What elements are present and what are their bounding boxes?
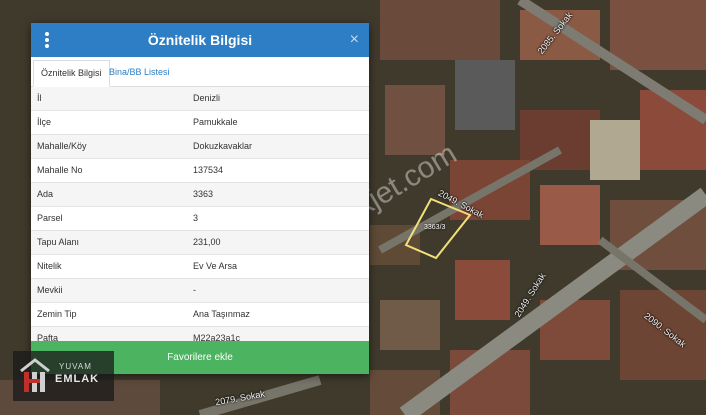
row-key: Parsel [37,213,63,223]
panel-title: Öznitelik Bilgisi [147,32,253,48]
table-row: Mahalle/Köy Dokuzkavaklar [31,135,369,159]
row-key: Mahalle No [37,165,83,175]
row-value: 3 [193,213,199,223]
table-row: Mevkii - [31,279,369,303]
table-row: Ada 3363 [31,183,369,207]
tab-attribute-info[interactable]: Öznitelik Bilgisi [33,60,110,87]
tab-building-list[interactable]: Bina/BB Listesi [102,60,177,85]
row-value: 137534 [193,165,224,175]
row-value: - [193,285,196,295]
logo-text-bottom: EMLAK [55,373,100,385]
parcel-label: 3363/3 [424,224,446,231]
row-key: Nitelik [37,261,62,271]
table-row: Parsel 3 [31,207,369,231]
table-row: İl Denizli [31,87,369,111]
row-key: İlçe [37,117,52,127]
attribute-table: İl Denizli İlçe Pamukkale Mahalle/Köy Dokuz… [31,87,369,351]
house-logo-icon [20,358,50,392]
panel-header: Öznitelik Bilgisi × [31,23,369,57]
logo-text-top: YUVAM [59,362,92,371]
row-value: Pamukkale [193,117,238,127]
row-key: İl [37,93,42,103]
row-key: Ada [37,189,54,199]
row-key: Zemin Tip [37,309,77,319]
row-value: 231,00 [193,237,221,247]
table-row: Nitelik Ev Ve Arsa [31,255,369,279]
table-row: Tapu Alanı 231,00 [31,231,369,255]
table-row: İlçe Pamukkale [31,111,369,135]
row-value: 3363 [193,189,214,199]
row-value: Dokuzkavaklar [193,141,253,151]
row-key: Tapu Alanı [37,237,80,247]
table-row: Zemin Tip Ana Taşınmaz [31,303,369,327]
tab-bar: Öznitelik Bilgisi Bina/BB Listesi [31,57,369,87]
row-key: Mahalle/Köy [37,141,87,151]
row-key: Mevkii [37,285,63,295]
attribute-panel: Öznitelik Bilgisi × Öznitelik Bilgisi Bi… [31,23,369,374]
row-value: Ev Ve Arsa [193,261,238,271]
table-row: Mahalle No 137534 [31,159,369,183]
row-value: Ana Taşınmaz [193,309,250,319]
close-icon[interactable]: × [350,23,359,57]
row-value: Denizli [193,93,221,103]
brand-logo: YUVAM EMLAK [13,351,114,401]
